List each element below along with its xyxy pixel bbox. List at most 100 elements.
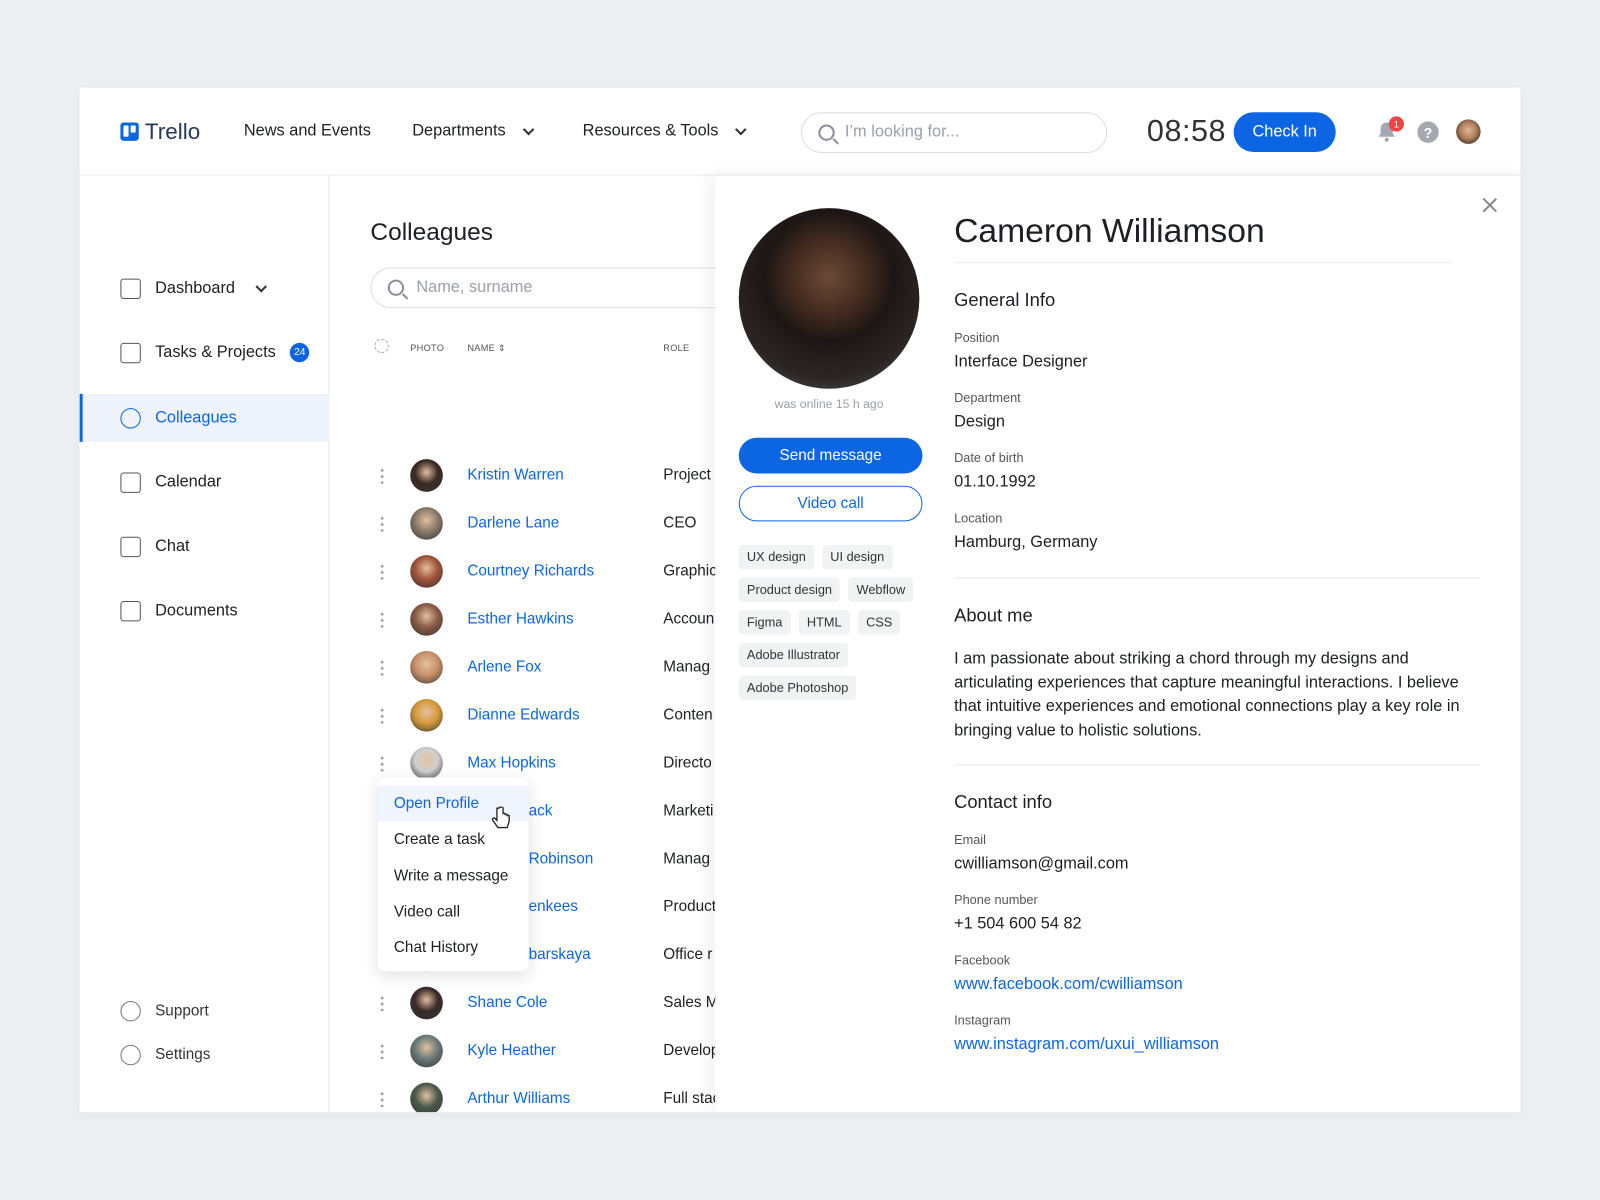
more-options-icon[interactable] [380, 1090, 384, 1108]
nav-news-events[interactable]: News and Events [244, 122, 371, 140]
colleague-name-link[interactable]: Arlene Fox [467, 658, 541, 675]
divider [954, 764, 1481, 766]
colleague-role: Manag [663, 849, 711, 868]
colleague-name-link[interactable]: Kristin Warren [467, 466, 563, 483]
sidebar-item-tasks-projects[interactable]: Tasks & Projects 24 [80, 329, 330, 377]
sidebar-item-label: Dashboard [155, 279, 235, 297]
colleague-name-link[interactable]: Arthur Williams [467, 1090, 570, 1107]
close-icon[interactable] [1481, 196, 1499, 214]
colleague-name-link[interactable]: barskaya [529, 946, 591, 963]
table-row[interactable]: Esther Hawkins Accoun [330, 599, 716, 647]
table-row[interactable]: Dianne Edwards Conten [330, 695, 716, 743]
field-label: Date of birth [954, 451, 1024, 466]
video-call-button[interactable]: Video call [738, 485, 923, 522]
social-link[interactable]: www.facebook.com/cwilliamson [954, 976, 1183, 994]
calendar-icon [120, 471, 141, 493]
field-value: Hamburg, Germany [954, 533, 1098, 552]
colleague-role: Accoun [663, 610, 715, 628]
more-options-icon[interactable] [380, 467, 384, 484]
divider [954, 577, 1481, 579]
trello-logo-icon [120, 122, 139, 141]
colleague-name-link[interactable]: Max Hopkins [467, 754, 555, 771]
sidebar-item-label: Settings [155, 1045, 211, 1064]
more-options-icon[interactable] [380, 755, 384, 772]
sidebar-item-dashboard[interactable]: Dashboard [80, 264, 330, 312]
field-label: Position [954, 330, 1000, 345]
divider [954, 262, 1452, 264]
nav-resources-tools[interactable]: Resources & Tools [583, 122, 747, 140]
people-icon [120, 407, 141, 429]
field-value: 01.10.1992 [954, 473, 1036, 491]
trello-logo[interactable]: Trello [120, 118, 200, 145]
chevron-down-icon [735, 123, 747, 136]
send-message-button[interactable]: Send message [738, 437, 923, 474]
field-label: Facebook [954, 953, 1011, 968]
sidebar-item-documents[interactable]: Documents [80, 587, 330, 635]
menu-write-message[interactable]: Write a message [378, 858, 529, 894]
skill-tag: Product design [738, 577, 841, 603]
menu-video-call[interactable]: Video call [378, 894, 529, 930]
global-search-input[interactable]: I’m looking for... [801, 112, 1108, 154]
colleague-name-link[interactable]: Esther Hawkins [467, 610, 573, 627]
sidebar-item-chat[interactable]: Chat [80, 522, 330, 570]
table-row[interactable]: Kyle Heather Develop [330, 1031, 715, 1079]
skill-tag: Webflow [848, 577, 914, 603]
menu-chat-history[interactable]: Chat History [378, 930, 529, 966]
colleague-role: Project [663, 466, 711, 484]
gear-icon[interactable] [374, 338, 389, 354]
colleague-name-link[interactable]: Courtney Richards [467, 562, 594, 579]
more-options-icon[interactable] [380, 515, 384, 532]
sidebar-item-colleagues[interactable]: Colleagues [79, 393, 330, 442]
logo-text: Trello [144, 118, 201, 144]
more-options-icon[interactable] [380, 994, 384, 1012]
sidebar-item-label: Calendar [155, 472, 222, 491]
field-label: Department [954, 390, 1021, 406]
column-name[interactable]: NAME ⇕ [467, 343, 506, 354]
more-options-icon[interactable] [380, 707, 384, 724]
more-options-icon[interactable] [380, 659, 384, 676]
sidebar-item-label: Colleagues [155, 408, 237, 427]
help-icon[interactable]: ? [1417, 121, 1439, 143]
nav-label: News and Events [243, 122, 371, 140]
sidebar-item-support[interactable]: Support [80, 987, 330, 1035]
nav-label: Departments [412, 122, 506, 140]
more-options-icon[interactable] [380, 1042, 384, 1060]
colleague-role: CEO [663, 514, 697, 532]
colleague-role: Manag [663, 658, 711, 676]
table-row[interactable]: Shane Cole Sales M [330, 983, 716, 1031]
field-label: Instagram [954, 1013, 1011, 1028]
column-role: ROLE [663, 342, 690, 354]
more-options-icon[interactable] [380, 611, 384, 628]
colleague-name-link[interactable]: Darlene Lane [467, 514, 559, 531]
nav-departments[interactable]: Departments [412, 122, 534, 140]
avatar [410, 1082, 443, 1113]
field-label: Location [954, 511, 1003, 526]
avatar [410, 507, 443, 540]
sidebar-item-label: Support [155, 1002, 209, 1020]
colleague-name-link[interactable]: enkees [529, 898, 578, 915]
table-row[interactable]: Courtney Richards Graphic [330, 551, 715, 599]
avatar [410, 746, 443, 780]
more-options-icon[interactable] [380, 563, 384, 580]
colleague-name-link[interactable]: ack [529, 802, 553, 819]
colleague-role: Conten [663, 706, 713, 724]
sidebar-item-settings[interactable]: Settings [80, 1031, 330, 1079]
social-link[interactable]: www.instagram.com/uxui_williamson [954, 1036, 1219, 1054]
skill-tag: UX design [738, 544, 814, 570]
about-text: I am passionate about striking a chord t… [954, 649, 1460, 740]
colleague-search-input[interactable]: Name, surname [370, 267, 716, 309]
table-row[interactable]: Arthur Williams Full stac [330, 1079, 715, 1113]
colleague-name-link[interactable]: Shane Cole [467, 994, 547, 1011]
table-row[interactable]: Darlene Lane CEO [330, 503, 716, 551]
colleague-name-link[interactable]: Dianne Edwards [467, 706, 579, 723]
table-row[interactable]: Arlene Fox Manag [330, 647, 716, 695]
sidebar-item-label: Documents [155, 601, 238, 619]
colleague-role: Sales M [663, 993, 716, 1012]
user-avatar[interactable] [1456, 119, 1481, 144]
gear-icon [120, 1044, 141, 1065]
table-row[interactable]: Kristin Warren Project [330, 455, 716, 503]
sidebar-item-calendar[interactable]: Calendar [80, 458, 330, 506]
check-in-button[interactable]: Check In [1233, 112, 1336, 153]
colleague-name-link[interactable]: Robinson [529, 850, 594, 867]
colleague-name-link[interactable]: Kyle Heather [467, 1042, 555, 1059]
